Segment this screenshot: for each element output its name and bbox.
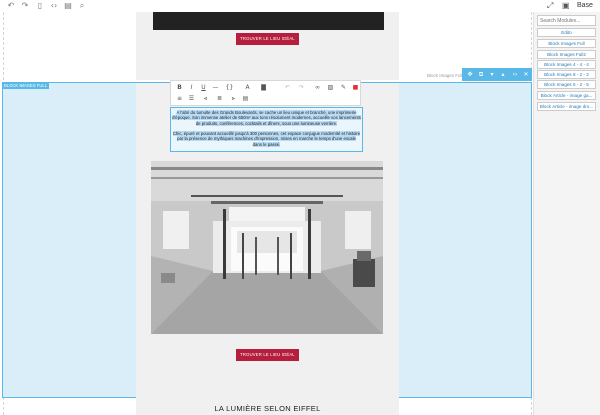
link-icon[interactable]: ∞ [313, 83, 322, 92]
code-icon[interactable]: ‹› [511, 70, 519, 79]
redo-icon[interactable]: ↷ [20, 1, 30, 11]
editor-toolbar: ↶ ↷ ▯ ‹› ▤ ⌕ ⤢ ▣ Base [0, 0, 600, 12]
paragraph-1[interactable]: A l'abri du tumulte des Grands Boulevard… [172, 110, 361, 126]
venue-photo[interactable] [151, 161, 383, 334]
align-left-icon[interactable]: ⫷ [201, 94, 210, 103]
clipboard-icon[interactable]: ▤ [63, 1, 73, 11]
list-bullet-icon[interactable]: ☰ [187, 94, 196, 103]
align-justify-icon[interactable]: ▤ [241, 94, 250, 103]
module-item[interactable]: Block Article - image ga... [537, 91, 596, 100]
search-icon[interactable]: ⌕ [77, 1, 87, 11]
undo-icon[interactable]: ↶ [283, 83, 292, 92]
block-toolbar: ✥ ⧉ ▾ ▴ ‹› ✕ [462, 68, 532, 81]
code-icon[interactable]: ‹› [49, 1, 59, 11]
cta-button-top[interactable]: TROUVER LE LIEU IDÉAL [236, 33, 299, 45]
venue-photo-illustration [151, 161, 383, 334]
file-icon[interactable]: ▯ [35, 1, 45, 11]
strikethrough-icon[interactable]: — [211, 83, 220, 92]
save-icon[interactable]: ▣ [562, 1, 570, 11]
align-center-icon[interactable]: ≣ [215, 94, 224, 103]
rich-text-toolbar: B I U — {} A ▇ ↶ ↷ ∞ ▨ ✎ ■ ≡ ☰ ⫷ ≣ ⫸ ▤ [170, 80, 361, 106]
redo-icon[interactable]: ↷ [297, 83, 306, 92]
block-name: Block Images Full [427, 73, 463, 78]
variables-icon[interactable]: {} [225, 83, 234, 92]
module-item[interactable]: Block Images 8 - 2 - 2 [537, 70, 596, 79]
underline-icon[interactable]: U [199, 83, 208, 92]
font-color-icon[interactable]: A [243, 83, 252, 92]
cta-button-bottom[interactable]: TROUVER LE LIEU IDÉAL [236, 349, 299, 361]
background-color-icon[interactable]: ▇ [259, 83, 268, 92]
module-item[interactable]: Block Images Full2 [537, 50, 596, 59]
module-item[interactable]: Block Article - image dro... [537, 102, 596, 111]
module-item[interactable]: Block Images 4 - 4 - 4 [537, 60, 596, 69]
module-item[interactable]: Block Images Full [537, 39, 596, 48]
fullscreen-icon[interactable]: ⤢ [547, 1, 553, 11]
module-search-input[interactable] [537, 15, 596, 26]
italic-icon[interactable]: I [187, 83, 196, 92]
image-bottom-edge [153, 12, 384, 30]
block-label: BLOCK IMAGES FULL [2, 82, 50, 89]
module-item[interactable]: Edito [537, 28, 596, 37]
trash-icon[interactable]: ✕ [522, 70, 530, 79]
chevron-down-icon[interactable]: ▾ [488, 70, 496, 79]
mode-label[interactable]: Base [577, 1, 593, 11]
bold-icon[interactable]: B [175, 83, 184, 92]
section-title: LA LUMIÈRE SELON EIFFEL [214, 404, 321, 413]
move-icon[interactable]: ✥ [466, 70, 474, 79]
duplicate-icon[interactable]: ⧉ [477, 70, 485, 79]
undo-icon[interactable]: ↶ [6, 1, 16, 11]
paragraph-2[interactable]: Chic, épuré et pouvant accueillir jusqu'… [172, 131, 361, 147]
module-item[interactable]: Block Images 5 - 2 - 5 [537, 80, 596, 89]
image-icon[interactable]: ▨ [326, 83, 335, 92]
delete-icon[interactable]: ■ [351, 83, 360, 92]
clear-format-icon[interactable]: ✎ [339, 83, 348, 92]
align-right-icon[interactable]: ⫸ [229, 94, 238, 103]
chevron-up-icon[interactable]: ▴ [499, 70, 507, 79]
list-ordered-icon[interactable]: ≡ [175, 94, 184, 103]
